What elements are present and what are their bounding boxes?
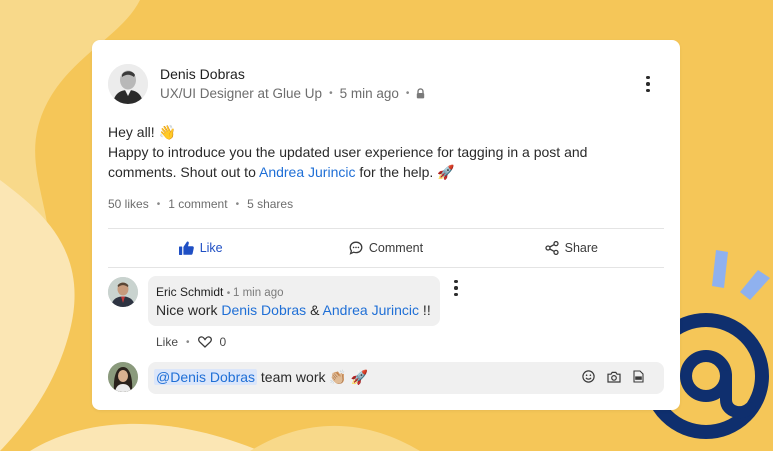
comment-button[interactable]: Comment — [293, 230, 478, 266]
comment-like-count: 0 — [219, 335, 227, 349]
post-author-name[interactable]: Denis Dobras — [160, 66, 245, 82]
comment-text-end: !! — [419, 302, 431, 318]
separator-dot: • — [405, 88, 410, 99]
comment-button-label: Comment — [368, 241, 424, 255]
reply-text: team work 👏🏼 🚀 — [257, 369, 369, 385]
thumbs-up-icon — [178, 241, 194, 255]
shares-count[interactable]: 5 shares — [247, 197, 293, 211]
comment-text-mid: & — [306, 302, 323, 318]
post-stats: 50 likes • 1 comment • 5 shares — [108, 197, 293, 211]
separator-dot: • — [329, 88, 333, 99]
reply-input-text: @Denis Dobras team work 👏🏼 🚀 — [154, 369, 368, 386]
comment-bubble: Eric Schmidt • 1 min ago Nice work Denis… — [148, 276, 440, 326]
comment-mention-link[interactable]: Andrea Jurincic — [323, 302, 420, 318]
post-message-end: for the help. 🚀 — [355, 164, 455, 180]
share-icon — [544, 241, 559, 255]
divider — [108, 228, 664, 229]
comments-count[interactable]: 1 comment — [168, 197, 227, 211]
comment-time: 1 min ago — [232, 287, 284, 299]
comment-header: Eric Schmidt • 1 min ago — [156, 285, 284, 299]
comment-like-button[interactable]: Like — [156, 335, 178, 349]
heart-icon[interactable] — [197, 336, 212, 348]
separator-dot: • — [186, 336, 190, 348]
reply-input[interactable]: @Denis Dobras team work 👏🏼 🚀 — [148, 362, 664, 394]
comment-text-start: Nice work — [156, 302, 222, 318]
comment-bubble-icon — [349, 241, 363, 255]
post-body: Hey all! 👋 Happy to introduce you the up… — [108, 122, 648, 182]
divider — [108, 267, 664, 268]
post-message: Happy to introduce you the updated user … — [108, 142, 648, 182]
post-time: 5 min ago — [339, 86, 399, 101]
reply-mention-tag[interactable]: @Denis Dobras — [154, 369, 258, 385]
share-button-label: Share — [564, 241, 598, 255]
commenter-avatar[interactable] — [108, 277, 138, 307]
post-author-meta: UX/UI Designer at Glue Up • 5 min ago • — [160, 86, 425, 101]
like-button[interactable]: Like — [108, 230, 293, 266]
separator-dot: • — [156, 198, 161, 210]
post-actions-bar: Like Comment Share — [108, 230, 664, 266]
post-card: Denis Dobras UX/UI Designer at Glue Up •… — [92, 40, 680, 410]
like-button-label: Like — [199, 241, 223, 255]
likes-count[interactable]: 50 likes — [108, 197, 149, 211]
author-avatar[interactable] — [108, 64, 148, 104]
separator-dot: • — [235, 198, 240, 210]
emoji-icon[interactable] — [582, 370, 595, 383]
post-more-options-button[interactable] — [640, 74, 656, 94]
post-author-title: UX/UI Designer at Glue Up — [160, 86, 323, 101]
user-portrait-icon — [108, 362, 138, 392]
comment-mention-link[interactable]: Denis Dobras — [221, 302, 306, 318]
author-portrait-icon — [108, 64, 148, 104]
comment-more-options-button[interactable] — [448, 278, 464, 298]
reply-tools — [582, 370, 644, 383]
commenter-portrait-icon — [108, 277, 138, 307]
share-button[interactable]: Share — [479, 230, 664, 266]
lock-icon — [417, 88, 425, 99]
camera-icon[interactable] — [607, 371, 621, 383]
current-user-avatar — [108, 362, 138, 392]
post-mention-link[interactable]: Andrea Jurincic — [259, 164, 356, 180]
post-greeting: Hey all! 👋 — [108, 124, 177, 140]
gif-icon[interactable] — [633, 370, 644, 383]
comment-author[interactable]: Eric Schmidt — [156, 285, 223, 299]
comment-actions: Like • 0 — [156, 335, 226, 349]
comment-text: Nice work Denis Dobras & Andrea Jurincic… — [156, 302, 431, 318]
